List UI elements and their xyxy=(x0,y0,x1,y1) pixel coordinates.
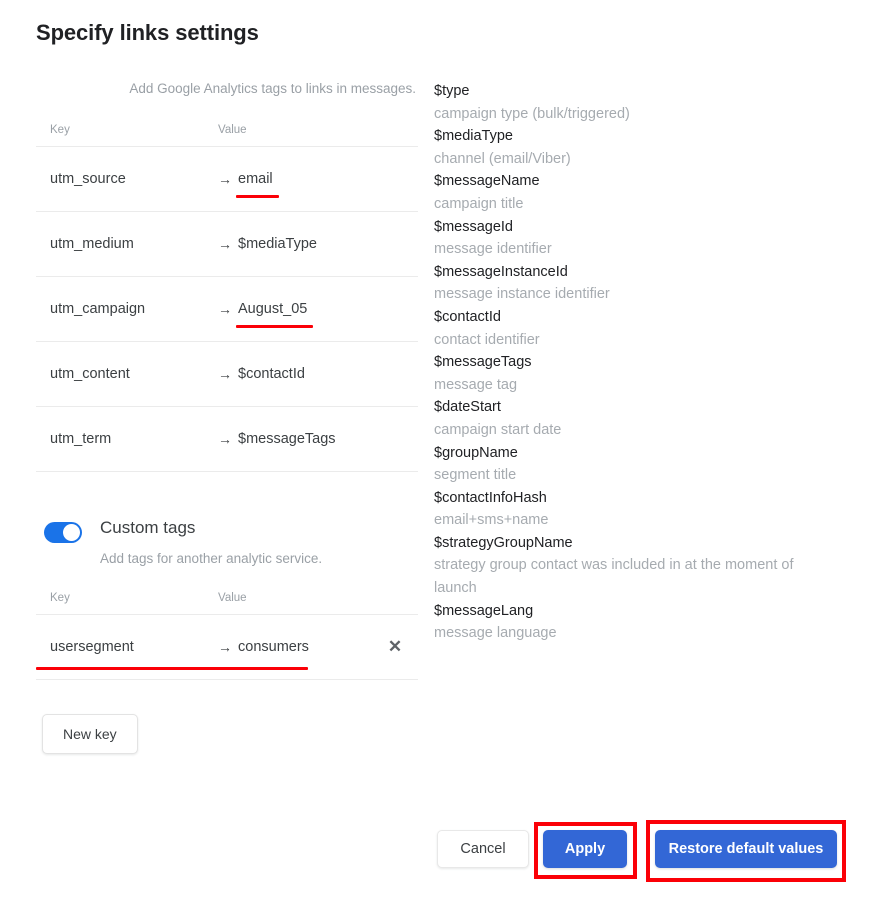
variable-name: $messageName xyxy=(434,173,540,190)
variable-description: segment title xyxy=(434,467,517,484)
row-value-text: $mediaType xyxy=(238,236,317,252)
variable-name: $messageInstanceId xyxy=(434,263,568,280)
list-item: $messageName campaign title xyxy=(434,170,834,215)
list-item: $messageTags message tag xyxy=(434,351,834,396)
ga-section-hint: Add Google Analytics tags to links in me… xyxy=(129,81,416,96)
variable-name: $messageTags xyxy=(434,354,532,371)
variable-name: $dateStart xyxy=(434,399,501,416)
row-value-text: consumers xyxy=(238,639,309,655)
custom-tags-hint: Add tags for another analytic service. xyxy=(100,551,323,566)
variable-description: message language xyxy=(434,625,557,642)
variable-reference-list: $type campaign type (bulk/triggered) $me… xyxy=(434,80,834,645)
row-key: utm_medium xyxy=(50,236,134,252)
variable-description: campaign start date xyxy=(434,421,562,438)
row-key: usersegment xyxy=(50,639,134,655)
row-key: utm_term xyxy=(50,431,112,447)
new-key-button[interactable]: New key xyxy=(42,714,138,754)
list-item: $dateStart campaign start date xyxy=(434,396,834,441)
row-value[interactable]: → email xyxy=(218,171,418,198)
variable-description: campaign type (bulk/triggered) xyxy=(434,105,630,122)
variable-name: $groupName xyxy=(434,444,518,461)
variable-description: strategy group contact was included in a… xyxy=(434,557,794,597)
variable-description: campaign title xyxy=(434,195,524,212)
column-header-value: Value xyxy=(218,592,247,604)
variable-name: $messageId xyxy=(434,218,513,235)
apply-button[interactable]: Apply xyxy=(543,830,627,868)
ga-table-header: Key Value xyxy=(36,124,418,146)
table-row[interactable]: utm_medium → $mediaType xyxy=(36,211,418,276)
variable-description: message identifier xyxy=(434,241,552,258)
table-row[interactable]: utm_campaign → August_05 xyxy=(36,276,418,341)
ga-tags-table: Key Value utm_source → email utm_medium … xyxy=(36,124,418,472)
variable-name: $messageLang xyxy=(434,602,534,619)
restore-defaults-button[interactable]: Restore default values xyxy=(655,830,837,868)
column-header-value: Value xyxy=(218,124,247,136)
variable-description: email+sms+name xyxy=(434,512,549,529)
custom-tags-title: Custom tags xyxy=(100,518,196,537)
page-title: Specify links settings xyxy=(36,20,259,45)
column-header-key: Key xyxy=(50,124,70,136)
variable-name: $strategyGroupName xyxy=(434,534,573,551)
list-item: $groupName segment title xyxy=(434,442,834,487)
list-item: $mediaType channel (email/Viber) xyxy=(434,125,834,170)
arrow-right-icon: → xyxy=(218,301,232,317)
remove-row-icon[interactable]: ✕ xyxy=(372,637,418,657)
cancel-button[interactable]: Cancel xyxy=(437,830,529,868)
toggle-knob xyxy=(63,524,80,541)
row-key: utm_campaign xyxy=(50,301,146,317)
list-item: $messageInstanceId message instance iden… xyxy=(434,261,834,306)
table-row[interactable]: utm_source → email xyxy=(36,146,418,211)
list-item: $messageLang message language xyxy=(434,600,834,645)
custom-table-header: Key Value xyxy=(36,592,418,614)
row-value[interactable]: → $messageTags xyxy=(218,431,418,447)
list-item: $contactInfoHash email+sms+name xyxy=(434,487,834,532)
row-value-text: email xyxy=(236,171,279,198)
variable-description: message tag xyxy=(434,376,518,393)
dialog-actions: Cancel Apply Restore default values xyxy=(0,820,880,884)
arrow-right-icon: → xyxy=(218,171,232,187)
annotation-underline xyxy=(36,667,308,670)
table-row[interactable]: utm_term → $messageTags xyxy=(36,406,418,471)
variable-name: $type xyxy=(434,83,470,99)
row-value[interactable]: → August_05 xyxy=(218,301,418,328)
variable-name: $contactInfoHash xyxy=(434,489,547,506)
row-value[interactable]: → consumers xyxy=(218,639,372,655)
row-value-text: $contactId xyxy=(238,366,305,382)
arrow-right-icon: → xyxy=(218,639,232,655)
row-value[interactable]: → $contactId xyxy=(218,366,418,382)
arrow-right-icon: → xyxy=(218,431,232,447)
arrow-right-icon: → xyxy=(218,236,232,252)
row-key: utm_source xyxy=(50,171,126,187)
variable-name: $contactId xyxy=(434,308,501,325)
column-header-key: Key xyxy=(50,592,70,604)
table-bottom-divider xyxy=(36,471,418,472)
row-value-text: August_05 xyxy=(235,301,314,328)
table-row[interactable]: utm_content → $contactId xyxy=(36,341,418,406)
variable-description: message instance identifier xyxy=(434,286,610,303)
table-row[interactable]: usersegment → consumers ✕ xyxy=(36,614,418,679)
list-item: $contactId contact identifier xyxy=(434,306,834,351)
row-key: utm_content xyxy=(50,366,130,382)
custom-tags-section: Custom tags Add tags for another analyti… xyxy=(36,518,418,754)
list-item: $type campaign type (bulk/triggered) xyxy=(434,80,834,125)
row-value-text: $messageTags xyxy=(238,431,336,447)
variable-name: $mediaType xyxy=(434,128,513,145)
custom-tags-table: Key Value usersegment → consumers ✕ xyxy=(36,592,418,680)
table-bottom-divider xyxy=(36,679,418,680)
variable-description: channel (email/Viber) xyxy=(434,150,571,167)
links-settings-panel: Add Google Analytics tags to links in me… xyxy=(36,80,418,754)
list-item: $messageId message identifier xyxy=(434,216,834,261)
variable-description: contact identifier xyxy=(434,331,540,348)
arrow-right-icon: → xyxy=(218,366,232,382)
list-item: $strategyGroupName strategy group contac… xyxy=(434,532,834,600)
row-value[interactable]: → $mediaType xyxy=(218,236,418,252)
custom-tags-header: Custom tags xyxy=(36,518,418,543)
custom-tags-toggle[interactable] xyxy=(44,522,82,543)
